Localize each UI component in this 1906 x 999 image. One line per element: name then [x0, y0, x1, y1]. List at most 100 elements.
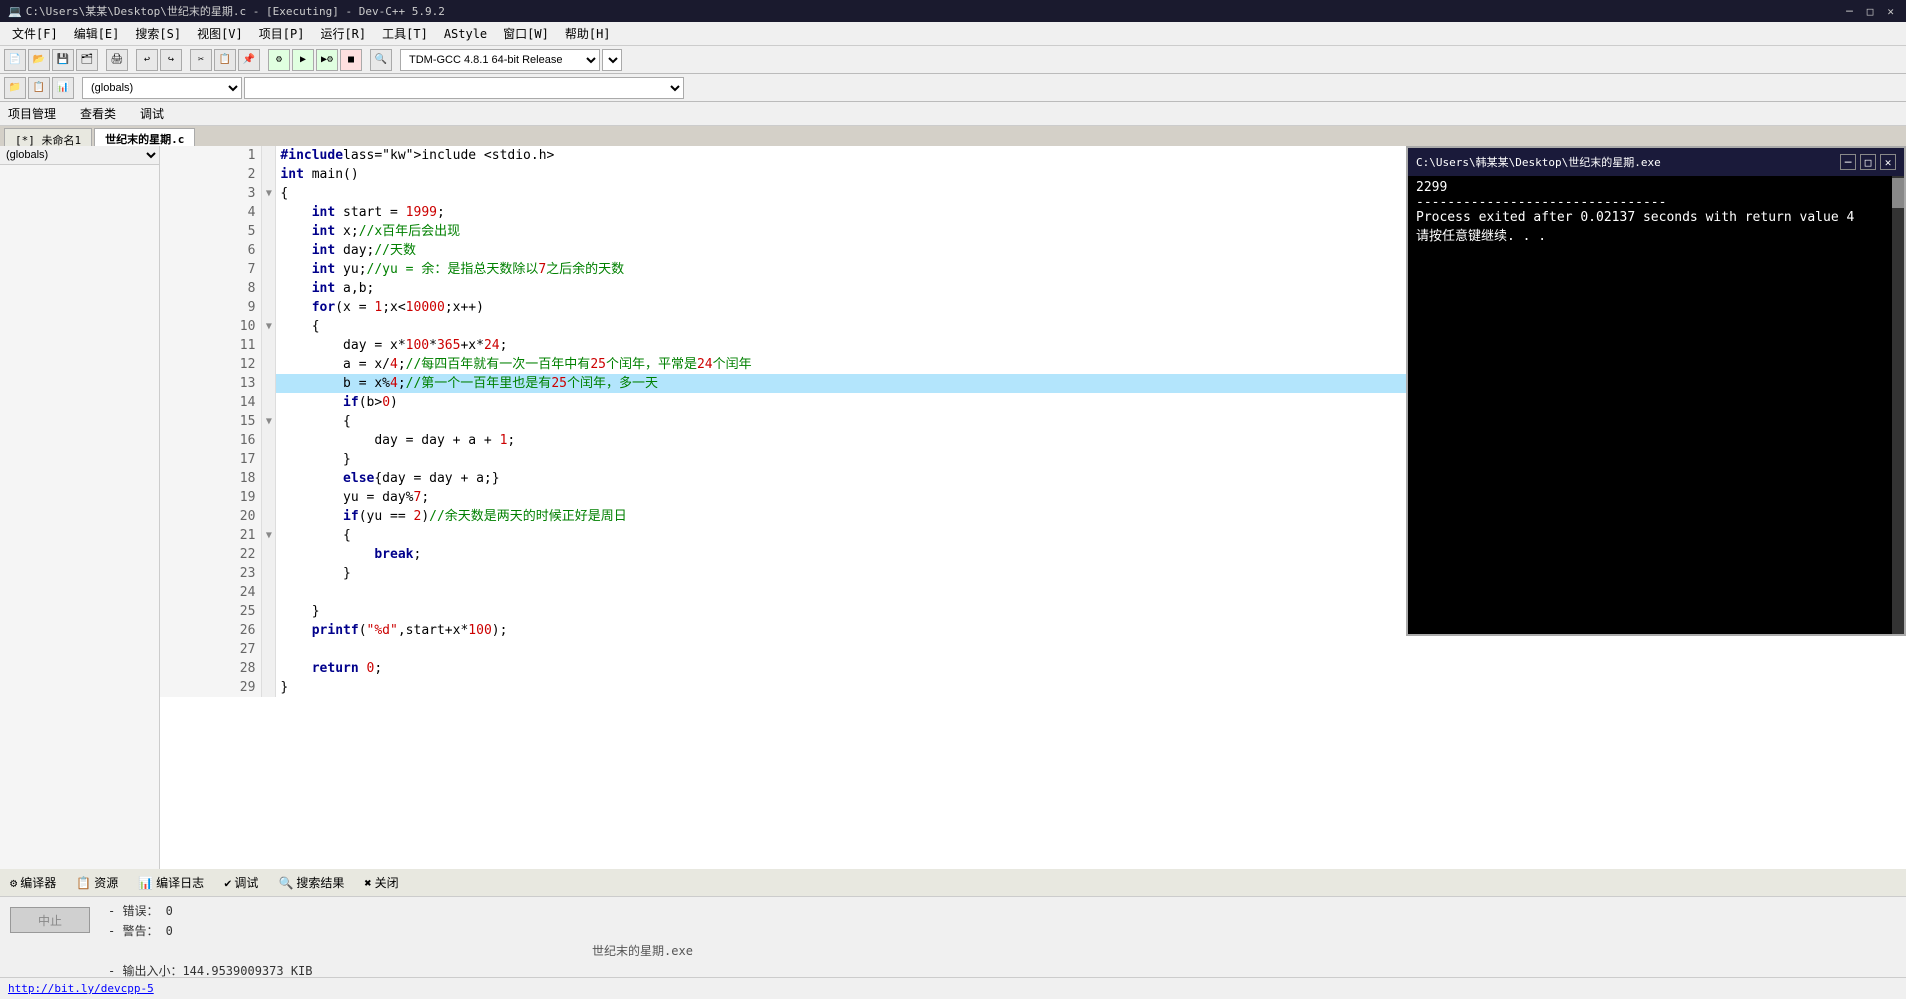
log-label: 编译日志	[156, 874, 204, 891]
compile-button[interactable]: ⚙	[268, 49, 290, 71]
console-close[interactable]: ✕	[1880, 154, 1896, 170]
compile-line-errors: - 错误： 0	[108, 901, 1898, 921]
bottom-tab-close[interactable]: ✖ 关闭	[358, 872, 404, 893]
line-number: 18	[160, 469, 262, 488]
console-maximize[interactable]: □	[1860, 154, 1876, 170]
line-fold	[262, 260, 276, 279]
line-number: 22	[160, 545, 262, 564]
maximize-button[interactable]: □	[1863, 5, 1878, 18]
title-bar-left: 💻 C:\Users\某某\Desktop\世纪末的星期.c - [Execut…	[8, 3, 445, 19]
redo-button[interactable]: ↪	[160, 49, 182, 71]
line-number: 8	[160, 279, 262, 298]
compile-run-button[interactable]: ▶⚙	[316, 49, 338, 71]
close-tab-icon: ✖	[364, 876, 371, 890]
menu-tools[interactable]: 工具[T]	[374, 23, 436, 44]
status-link[interactable]: http://bit.ly/devcpp-5	[8, 982, 154, 995]
console-minimize[interactable]: ─	[1840, 154, 1856, 170]
save-file-button[interactable]: 💾	[52, 49, 74, 71]
menu-search[interactable]: 搜索[S]	[127, 23, 189, 44]
debug-label: 调试	[234, 874, 258, 891]
console-title: C:\Users\韩某某\Desktop\世纪末的星期.exe	[1416, 154, 1661, 170]
bottom-tab-debug[interactable]: ✔ 调试	[218, 872, 264, 893]
left-panel-dropdown[interactable]: (globals)	[0, 146, 159, 165]
console-line-2: --------------------------------	[1416, 195, 1884, 210]
nav-debug[interactable]: 调试	[136, 103, 168, 124]
abort-button[interactable]: 中止	[10, 907, 90, 933]
debug-button[interactable]: 🔍	[370, 49, 392, 71]
line-number: 13	[160, 374, 262, 393]
tb2-btn1[interactable]: 📁	[4, 77, 26, 99]
undo-button[interactable]: ↩	[136, 49, 158, 71]
window-title: C:\Users\某某\Desktop\世纪末的星期.c - [Executin…	[26, 3, 445, 19]
console-scroll-thumb[interactable]	[1892, 178, 1904, 208]
line-fold[interactable]: ▼	[262, 412, 276, 431]
menu-bar: 文件[F] 编辑[E] 搜索[S] 视图[V] 项目[P] 运行[R] 工具[T…	[0, 22, 1906, 46]
close-label: 关闭	[375, 874, 399, 891]
menu-edit[interactable]: 编辑[E]	[66, 23, 128, 44]
title-bar-controls: ─ □ ✕	[1842, 5, 1898, 18]
menu-view[interactable]: 视图[V]	[189, 23, 251, 44]
menu-help[interactable]: 帮助[H]	[557, 23, 619, 44]
resources-icon: 📋	[76, 876, 91, 890]
cut-button[interactable]: ✂	[190, 49, 212, 71]
console-scrollbar[interactable]	[1892, 176, 1904, 634]
new-file-button[interactable]: 📄	[4, 49, 26, 71]
paste-button[interactable]: 📌	[238, 49, 260, 71]
tb2-btn2[interactable]: 📋	[28, 77, 50, 99]
bottom-tab-compiler[interactable]: ⚙ 编译器	[4, 872, 62, 893]
menu-window[interactable]: 窗口[W]	[495, 23, 557, 44]
bottom-tab-log[interactable]: 📊 编译日志	[132, 872, 210, 893]
compile-line-warnings: - 警告： 0	[108, 921, 1898, 941]
line-number: 29	[160, 678, 262, 697]
open-file-button[interactable]: 📂	[28, 49, 50, 71]
line-number: 23	[160, 564, 262, 583]
content-area: (globals) 1#includelass="kw">include <st…	[0, 146, 1906, 869]
menu-run[interactable]: 运行[R]	[312, 23, 374, 44]
line-fold	[262, 583, 276, 602]
line-fold[interactable]: ▼	[262, 526, 276, 545]
menu-project[interactable]: 项目[P]	[251, 23, 313, 44]
function-dropdown[interactable]	[244, 77, 684, 99]
minimize-button[interactable]: ─	[1842, 5, 1857, 18]
line-fold	[262, 279, 276, 298]
line-fold	[262, 621, 276, 640]
tb2-btn3[interactable]: 📊	[52, 77, 74, 99]
line-code[interactable]: return 0;	[276, 659, 1906, 678]
line-fold[interactable]: ▼	[262, 317, 276, 336]
menu-file[interactable]: 文件[F]	[4, 23, 66, 44]
nav-bar: 项目管理 查看类 调试	[0, 102, 1906, 126]
app-icon: 💻	[8, 5, 22, 18]
editor-area[interactable]: 1#includelass="kw">include <stdio.h>2int…	[160, 146, 1906, 869]
toolbar-2: 📁 📋 📊 (globals)	[0, 74, 1906, 102]
line-number: 11	[160, 336, 262, 355]
copy-button[interactable]: 📋	[214, 49, 236, 71]
line-fold	[262, 488, 276, 507]
line-number: 25	[160, 602, 262, 621]
line-number: 6	[160, 241, 262, 260]
console-title-bar: C:\Users\韩某某\Desktop\世纪末的星期.exe ─ □ ✕	[1408, 148, 1904, 176]
line-number: 9	[160, 298, 262, 317]
save-all-button[interactable]: 🗂	[76, 49, 98, 71]
line-fold[interactable]: ▼	[262, 184, 276, 203]
line-fold	[262, 165, 276, 184]
nav-class[interactable]: 查看类	[76, 103, 120, 124]
line-number: 21	[160, 526, 262, 545]
line-number: 14	[160, 393, 262, 412]
compiler-dropdown[interactable]: TDM-GCC 4.8.1 64-bit Release	[400, 49, 600, 71]
print-button[interactable]: 🖨	[106, 49, 128, 71]
line-fold	[262, 602, 276, 621]
line-code[interactable]	[276, 640, 1906, 659]
run-button[interactable]: ▶	[292, 49, 314, 71]
line-number: 17	[160, 450, 262, 469]
stop-button[interactable]: ■	[340, 49, 362, 71]
line-number: 24	[160, 583, 262, 602]
globals-dropdown[interactable]: (globals)	[82, 77, 242, 99]
bottom-tab-search[interactable]: 🔍 搜索结果	[272, 872, 350, 893]
line-fold	[262, 336, 276, 355]
close-button[interactable]: ✕	[1883, 5, 1898, 18]
menu-astyle[interactable]: AStyle	[436, 25, 495, 43]
bottom-tab-resources[interactable]: 📋 资源	[70, 872, 124, 893]
compiler-config-dropdown[interactable]	[602, 49, 622, 71]
nav-project[interactable]: 项目管理	[4, 103, 60, 124]
line-code[interactable]: }	[276, 678, 1906, 697]
